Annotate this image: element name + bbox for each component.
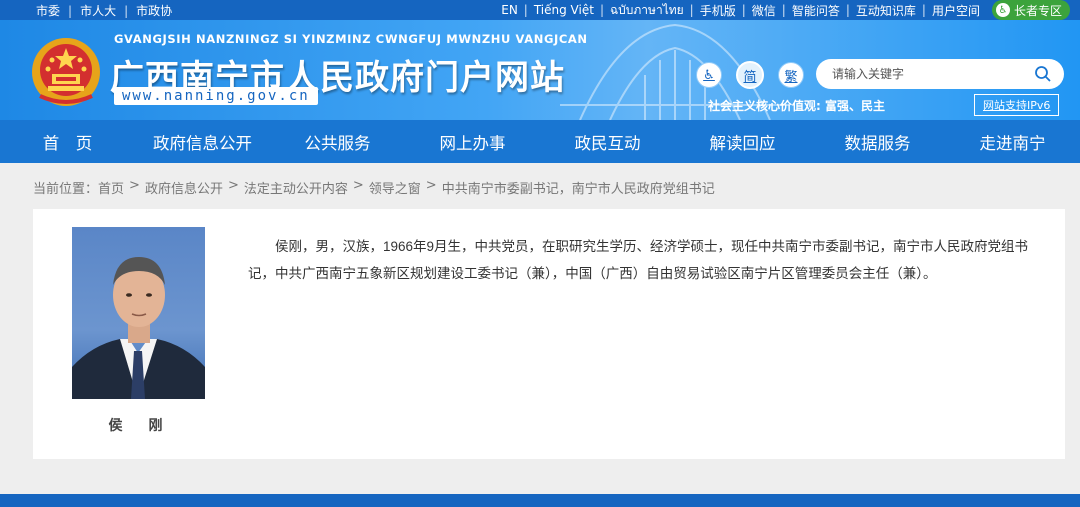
site-header: GVANGJSIH NANZNINGZ SI YINZMINZ CWNGFUJ … xyxy=(0,20,1080,120)
divider: | xyxy=(124,3,129,18)
top-utility-bar: 市委 | 市人大 | 市政协 EN | Tiếng Việt | ฉบับภาษ… xyxy=(0,0,1080,20)
link-wechat[interactable]: 微信 xyxy=(752,2,776,19)
breadcrumb-gov-info[interactable]: 政府信息公开 xyxy=(145,178,223,197)
leader-biography: 侯刚，男，汉族，1966年9月生，中共党员，在职研究生学历、经济学硕士，现任中共… xyxy=(248,239,1029,281)
divider: | xyxy=(921,3,926,17)
nav-home[interactable]: 首 页 xyxy=(0,120,135,163)
ipv6-badge[interactable]: 网站支持IPv6 xyxy=(974,94,1060,116)
link-city-committee[interactable]: 市委 xyxy=(36,2,60,19)
divider: | xyxy=(523,3,528,17)
search-icon[interactable] xyxy=(1034,65,1052,83)
search-input[interactable] xyxy=(832,67,1032,81)
nav-interaction[interactable]: 政民互动 xyxy=(540,120,675,163)
site-domain: www.nanning.gov.cn xyxy=(114,87,318,105)
breadcrumb-separator: > xyxy=(352,178,364,193)
nav-interpretation[interactable]: 解读回应 xyxy=(675,120,810,163)
link-vietnamese[interactable]: Tiếng Việt xyxy=(534,3,594,17)
related-sites: 市委 | 市人大 | 市政协 xyxy=(36,2,172,19)
elder-zone-label: 长者专区 xyxy=(1013,3,1062,18)
breadcrumb-separator: > xyxy=(129,178,140,193)
breadcrumb-home[interactable]: 首页 xyxy=(98,178,124,197)
divider: | xyxy=(741,3,746,17)
main-navigation: 首 页 政府信息公开 公共服务 网上办事 政民互动 解读回应 数据服务 走进南宁 xyxy=(0,120,1080,163)
link-user-space[interactable]: 用户空间 xyxy=(932,2,980,19)
core-values-ticker: 社会主义核心价值观: 富强、民主 xyxy=(708,99,885,113)
breadcrumb-prefix: 当前位置： xyxy=(33,182,99,197)
traditional-chinese-button[interactable]: 繁 xyxy=(778,62,804,88)
breadcrumb-current: 中共南宁市委副书记，南宁市人民政府党组书记 xyxy=(441,182,715,197)
link-english[interactable]: EN xyxy=(501,3,518,17)
divider: | xyxy=(845,3,850,17)
link-peoples-congress[interactable]: 市人大 xyxy=(80,2,116,19)
elder-zone-button[interactable]: ♿ 长者专区 xyxy=(991,0,1070,20)
divider: | xyxy=(689,3,694,17)
site-title-pinyin: GVANGJSIH NANZNINGZ SI YINZMINZ CWNGFUJ … xyxy=(114,32,588,46)
portrait-illustration xyxy=(72,257,205,399)
link-thai[interactable]: ฉบับภาษาไทย xyxy=(610,1,684,20)
leader-profile-card: 侯 刚 侯刚，男，汉族，1966年9月生，中共党员，在职研究生学历、经济学硕士，… xyxy=(33,209,1065,459)
link-cppcc[interactable]: 市政协 xyxy=(136,2,172,19)
wheelchair-icon: ♿ xyxy=(703,67,715,83)
leader-name: 侯 刚 xyxy=(108,418,169,434)
link-smart-qa[interactable]: 智能问答 xyxy=(792,2,840,19)
nav-about-nanning[interactable]: 走进南宁 xyxy=(945,120,1080,163)
breadcrumb-statutory[interactable]: 法定主动公开内容 xyxy=(244,178,348,197)
link-mobile[interactable]: 手机版 xyxy=(700,2,736,19)
nav-public-services[interactable]: 公共服务 xyxy=(270,120,405,163)
search-box xyxy=(816,59,1064,89)
nav-gov-info-disclosure[interactable]: 政府信息公开 xyxy=(135,120,270,163)
nav-data-services[interactable]: 数据服务 xyxy=(810,120,945,163)
divider: | xyxy=(781,3,786,17)
elder-icon: ♿ xyxy=(995,3,1010,17)
divider: | xyxy=(599,3,604,17)
simplified-chinese-button[interactable]: 简 xyxy=(736,61,764,89)
national-emblem-logo xyxy=(32,38,100,106)
breadcrumb-separator: > xyxy=(227,178,239,193)
nav-online-services[interactable]: 网上办事 xyxy=(405,120,540,163)
accessibility-button[interactable]: ♿ xyxy=(696,62,722,88)
footer-bar xyxy=(0,494,1080,507)
leader-portrait xyxy=(72,227,205,399)
breadcrumb: 当前位置： 首页 > 政府信息公开 > 法定主动公开内容 > 领导之窗 > 中共… xyxy=(33,178,715,197)
breadcrumb-separator: > xyxy=(425,178,437,193)
link-knowledge-base[interactable]: 互动知识库 xyxy=(856,2,916,19)
breadcrumb-leaders[interactable]: 领导之窗 xyxy=(369,178,421,197)
divider: | xyxy=(68,3,73,18)
utility-links: EN | Tiếng Việt | ฉบับภาษาไทย | 手机版 | 微信… xyxy=(501,0,1070,20)
